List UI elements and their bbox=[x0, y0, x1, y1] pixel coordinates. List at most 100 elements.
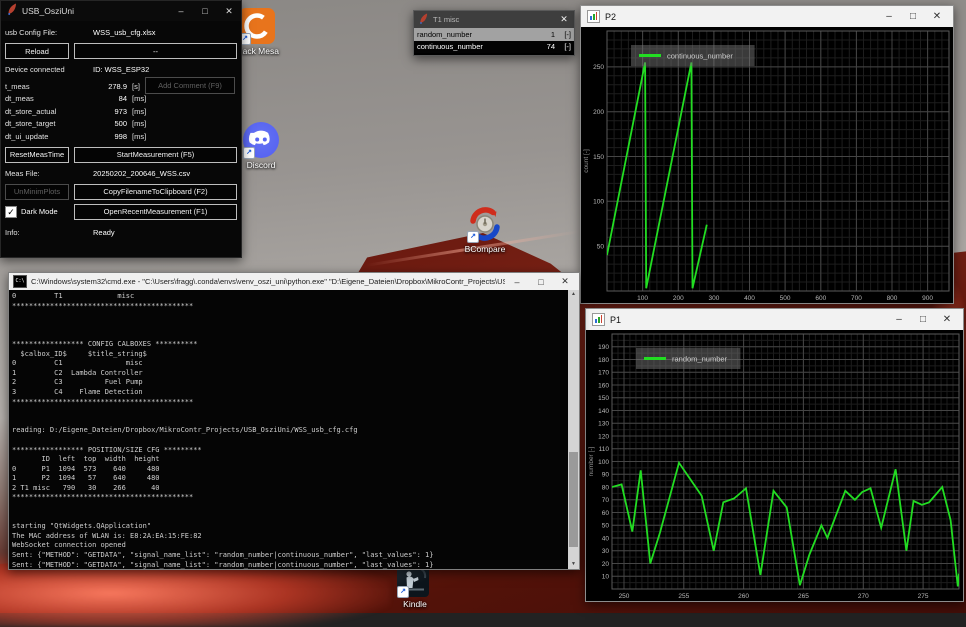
checkbox-check-icon: ✓ bbox=[5, 206, 17, 218]
start-measurement-button[interactable]: StartMeasurement (F5) bbox=[74, 147, 237, 163]
reload-button[interactable]: Reload bbox=[5, 43, 69, 59]
window-title: P1 bbox=[610, 315, 887, 325]
svg-text:300: 300 bbox=[708, 295, 719, 302]
minimize-button[interactable]: – bbox=[887, 314, 911, 325]
close-button[interactable]: ✕ bbox=[556, 14, 572, 25]
svg-text:150: 150 bbox=[593, 154, 604, 161]
svg-text:160: 160 bbox=[598, 382, 609, 389]
config-file-value: WSS_usb_cfg.xlsx bbox=[93, 28, 156, 37]
svg-text:number [-]: number [-] bbox=[588, 446, 595, 476]
cmd-icon: C:\ bbox=[13, 275, 27, 288]
svg-text:count [-]: count [-] bbox=[583, 149, 590, 173]
svg-text:200: 200 bbox=[593, 109, 604, 116]
p1-window: P1 – □ ✕ 2502552602652702751020304050607… bbox=[585, 308, 964, 602]
scrollbar-thumb[interactable] bbox=[569, 452, 578, 547]
meas-file-label: Meas File: bbox=[5, 169, 93, 178]
maximize-button[interactable]: □ bbox=[901, 11, 925, 22]
measurement-fields: Add Comment (F9) t_meas 278.9 [s] dt_mea… bbox=[5, 80, 237, 143]
field-row: dt_ui_update 998 [ms] bbox=[5, 130, 237, 143]
info-value: Ready bbox=[93, 228, 115, 237]
t1-row-continuous-number[interactable]: continuous_number 74 [-] bbox=[414, 41, 574, 54]
unminim-plots-button[interactable]: UnMinimPlots bbox=[5, 184, 69, 200]
usb-osziuni-titlebar[interactable]: USB_OsziUni – □ ✕ bbox=[1, 1, 241, 21]
unit-button[interactable]: [-] bbox=[555, 30, 571, 39]
maximize-button[interactable]: □ bbox=[911, 314, 935, 325]
console-title: C:\Windows\system32\cmd.exe - "C:\Users\… bbox=[31, 277, 505, 286]
svg-text:100: 100 bbox=[598, 459, 609, 466]
p1-titlebar[interactable]: P1 – □ ✕ bbox=[586, 309, 963, 330]
desktop-icon-bcompare[interactable]: ↗ BCompare bbox=[466, 206, 504, 242]
desktop-icon-discord[interactable]: ↗ Discord bbox=[242, 122, 280, 158]
copy-filename-button[interactable]: CopyFilenameToClipboard (F2) bbox=[74, 184, 237, 200]
shortcut-arrow-icon: ↗ bbox=[467, 231, 479, 243]
plot-app-icon bbox=[587, 10, 600, 23]
svg-text:10: 10 bbox=[602, 574, 610, 581]
icon-label: Kindle bbox=[379, 599, 451, 609]
svg-text:150: 150 bbox=[598, 395, 609, 402]
svg-text:250: 250 bbox=[619, 593, 630, 600]
svg-text:30: 30 bbox=[602, 548, 610, 555]
maximize-button[interactable]: □ bbox=[193, 6, 217, 16]
svg-text:random_number: random_number bbox=[672, 355, 728, 364]
open-recent-button[interactable]: OpenRecentMeasurement (F1) bbox=[74, 204, 237, 220]
svg-text:90: 90 bbox=[602, 472, 610, 479]
p1-plot-area[interactable]: 2502552602652702751020304050607080901001… bbox=[586, 330, 963, 601]
svg-text:255: 255 bbox=[678, 593, 689, 600]
close-button[interactable]: ✕ bbox=[925, 11, 949, 22]
device-id-value: ID: WSS_ESP32 bbox=[93, 65, 149, 74]
feather-app-icon bbox=[419, 11, 428, 29]
feather-app-icon bbox=[7, 2, 17, 20]
close-button[interactable]: ✕ bbox=[553, 276, 577, 287]
console-scrollbar[interactable]: ▲ ▼ bbox=[568, 290, 579, 569]
console-titlebar[interactable]: C:\ C:\Windows\system32\cmd.exe - "C:\Us… bbox=[9, 273, 579, 290]
p2-plot-area[interactable]: 1002003004005006007008009005010015020025… bbox=[581, 27, 953, 303]
svg-text:200: 200 bbox=[673, 295, 684, 302]
close-button[interactable]: ✕ bbox=[217, 6, 241, 17]
svg-text:110: 110 bbox=[599, 446, 610, 453]
reset-meas-time-button[interactable]: ResetMeasTime bbox=[5, 147, 69, 163]
scroll-down-icon[interactable]: ▼ bbox=[571, 560, 576, 569]
minimize-button[interactable]: – bbox=[877, 11, 901, 22]
info-label: Info: bbox=[5, 228, 93, 237]
t1-row-random-number[interactable]: random_number 1 [-] bbox=[414, 28, 574, 41]
svg-text:180: 180 bbox=[598, 357, 609, 364]
svg-text:130: 130 bbox=[598, 421, 609, 428]
scroll-up-icon[interactable]: ▲ bbox=[571, 290, 576, 299]
desktop-icon-black-mesa[interactable]: ↗ Black Mesa bbox=[238, 8, 276, 44]
maximize-button[interactable]: □ bbox=[529, 277, 553, 287]
p2-titlebar[interactable]: P2 – □ ✕ bbox=[581, 6, 953, 27]
window-title: P2 bbox=[605, 12, 877, 22]
svg-text:60: 60 bbox=[602, 510, 610, 517]
close-button[interactable]: ✕ bbox=[935, 314, 959, 325]
t1-misc-titlebar[interactable]: T1 misc ✕ bbox=[414, 11, 574, 28]
plot-app-icon bbox=[592, 313, 605, 326]
svg-text:190: 190 bbox=[598, 344, 609, 351]
console-output: 0 T1 misc ******************************… bbox=[9, 290, 579, 570]
svg-text:900: 900 bbox=[922, 295, 933, 302]
unit-button[interactable]: [-] bbox=[555, 42, 571, 51]
icon-label: BCompare bbox=[449, 244, 521, 254]
cmd-console-window: C:\ C:\Windows\system32\cmd.exe - "C:\Us… bbox=[8, 272, 580, 570]
console-body: 0 T1 misc ******************************… bbox=[9, 290, 579, 569]
minimize-button[interactable]: – bbox=[505, 277, 529, 287]
dark-mode-label: Dark Mode bbox=[21, 207, 58, 216]
svg-text:250: 250 bbox=[593, 64, 604, 71]
svg-text:50: 50 bbox=[597, 244, 605, 251]
svg-text:140: 140 bbox=[598, 408, 609, 415]
shortcut-arrow-icon: ↗ bbox=[397, 586, 409, 598]
usb-osziuni-window: USB_OsziUni – □ ✕ usb Config File: WSS_u… bbox=[0, 0, 242, 258]
shortcut-arrow-icon: ↗ bbox=[243, 147, 255, 159]
dash-button[interactable]: -- bbox=[74, 43, 237, 59]
dark-mode-checkbox[interactable]: ✓ Dark Mode bbox=[5, 204, 69, 220]
svg-text:600: 600 bbox=[815, 295, 826, 302]
window-title: USB_OsziUni bbox=[22, 6, 169, 16]
p2-window: P2 – □ ✕ 1002003004005006007008009005010… bbox=[580, 5, 954, 304]
minimize-button[interactable]: – bbox=[169, 6, 193, 16]
svg-text:260: 260 bbox=[738, 593, 749, 600]
svg-text:120: 120 bbox=[598, 433, 609, 440]
svg-text:270: 270 bbox=[858, 593, 869, 600]
svg-text:275: 275 bbox=[918, 593, 929, 600]
svg-text:400: 400 bbox=[744, 295, 755, 302]
field-row: dt_store_actual 973 [ms] bbox=[5, 105, 237, 118]
add-comment-button[interactable]: Add Comment (F9) bbox=[145, 77, 235, 94]
